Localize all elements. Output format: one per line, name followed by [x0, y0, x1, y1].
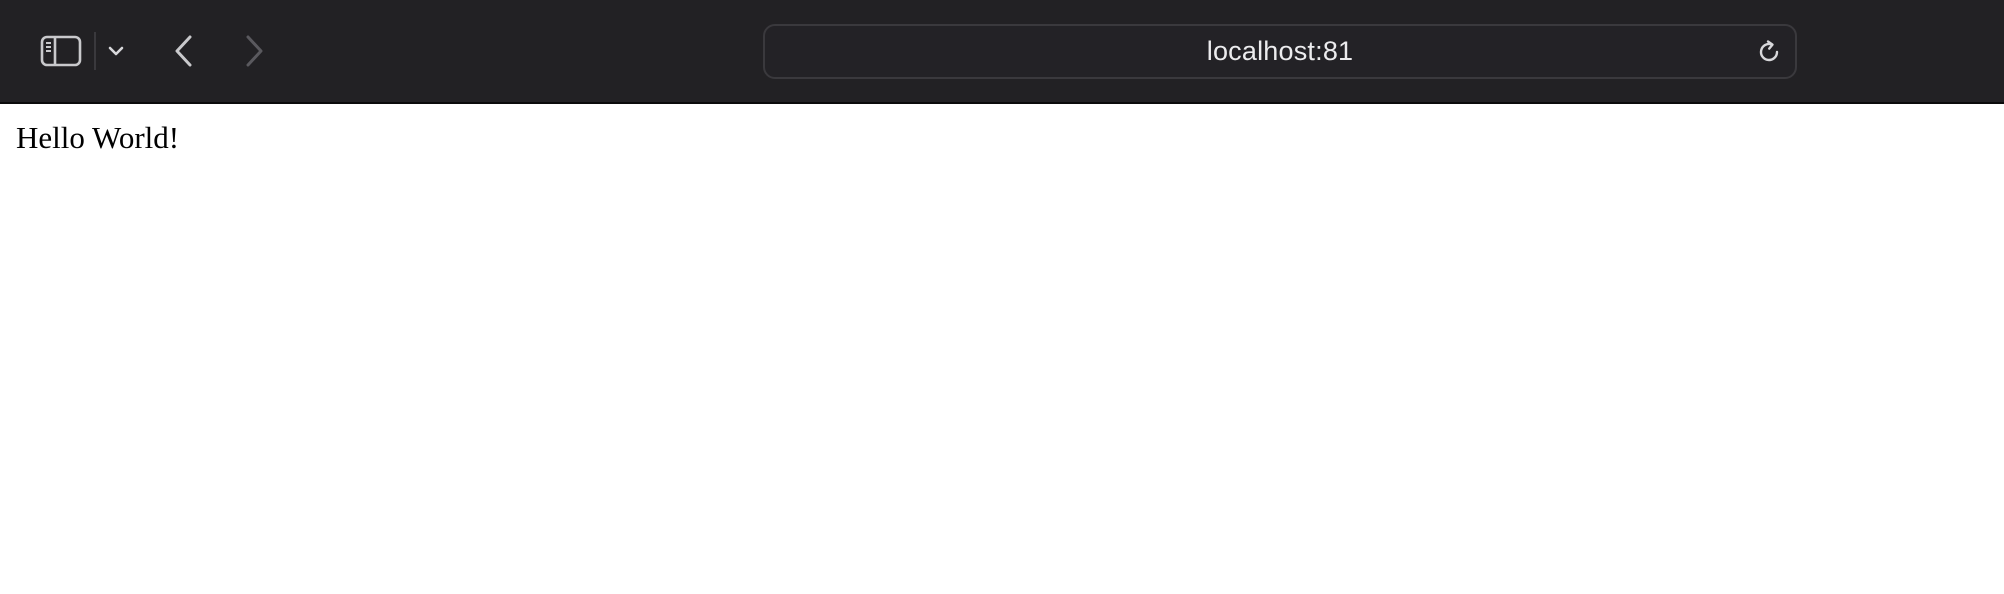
reload-icon: [1759, 40, 1779, 62]
forward-button[interactable]: [236, 28, 272, 74]
sidebar-toggle-button[interactable]: [36, 30, 86, 72]
page-text: Hello World!: [16, 120, 180, 155]
browser-toolbar: localhost:81: [0, 0, 2004, 104]
back-arrow-icon: [175, 35, 192, 67]
sidebar-menu-button[interactable]: [102, 34, 130, 68]
address-text: localhost:81: [1206, 36, 1354, 66]
page-content: Hello World!: [0, 106, 2004, 594]
reload-button[interactable]: [1751, 34, 1787, 70]
back-button[interactable]: [166, 28, 202, 74]
sidebar-icon: [40, 35, 82, 67]
address-bar[interactable]: localhost:81: [763, 24, 1797, 79]
forward-arrow-icon: [246, 35, 263, 67]
toolbar-divider: [94, 32, 96, 70]
chevron-down-icon: [108, 46, 124, 56]
